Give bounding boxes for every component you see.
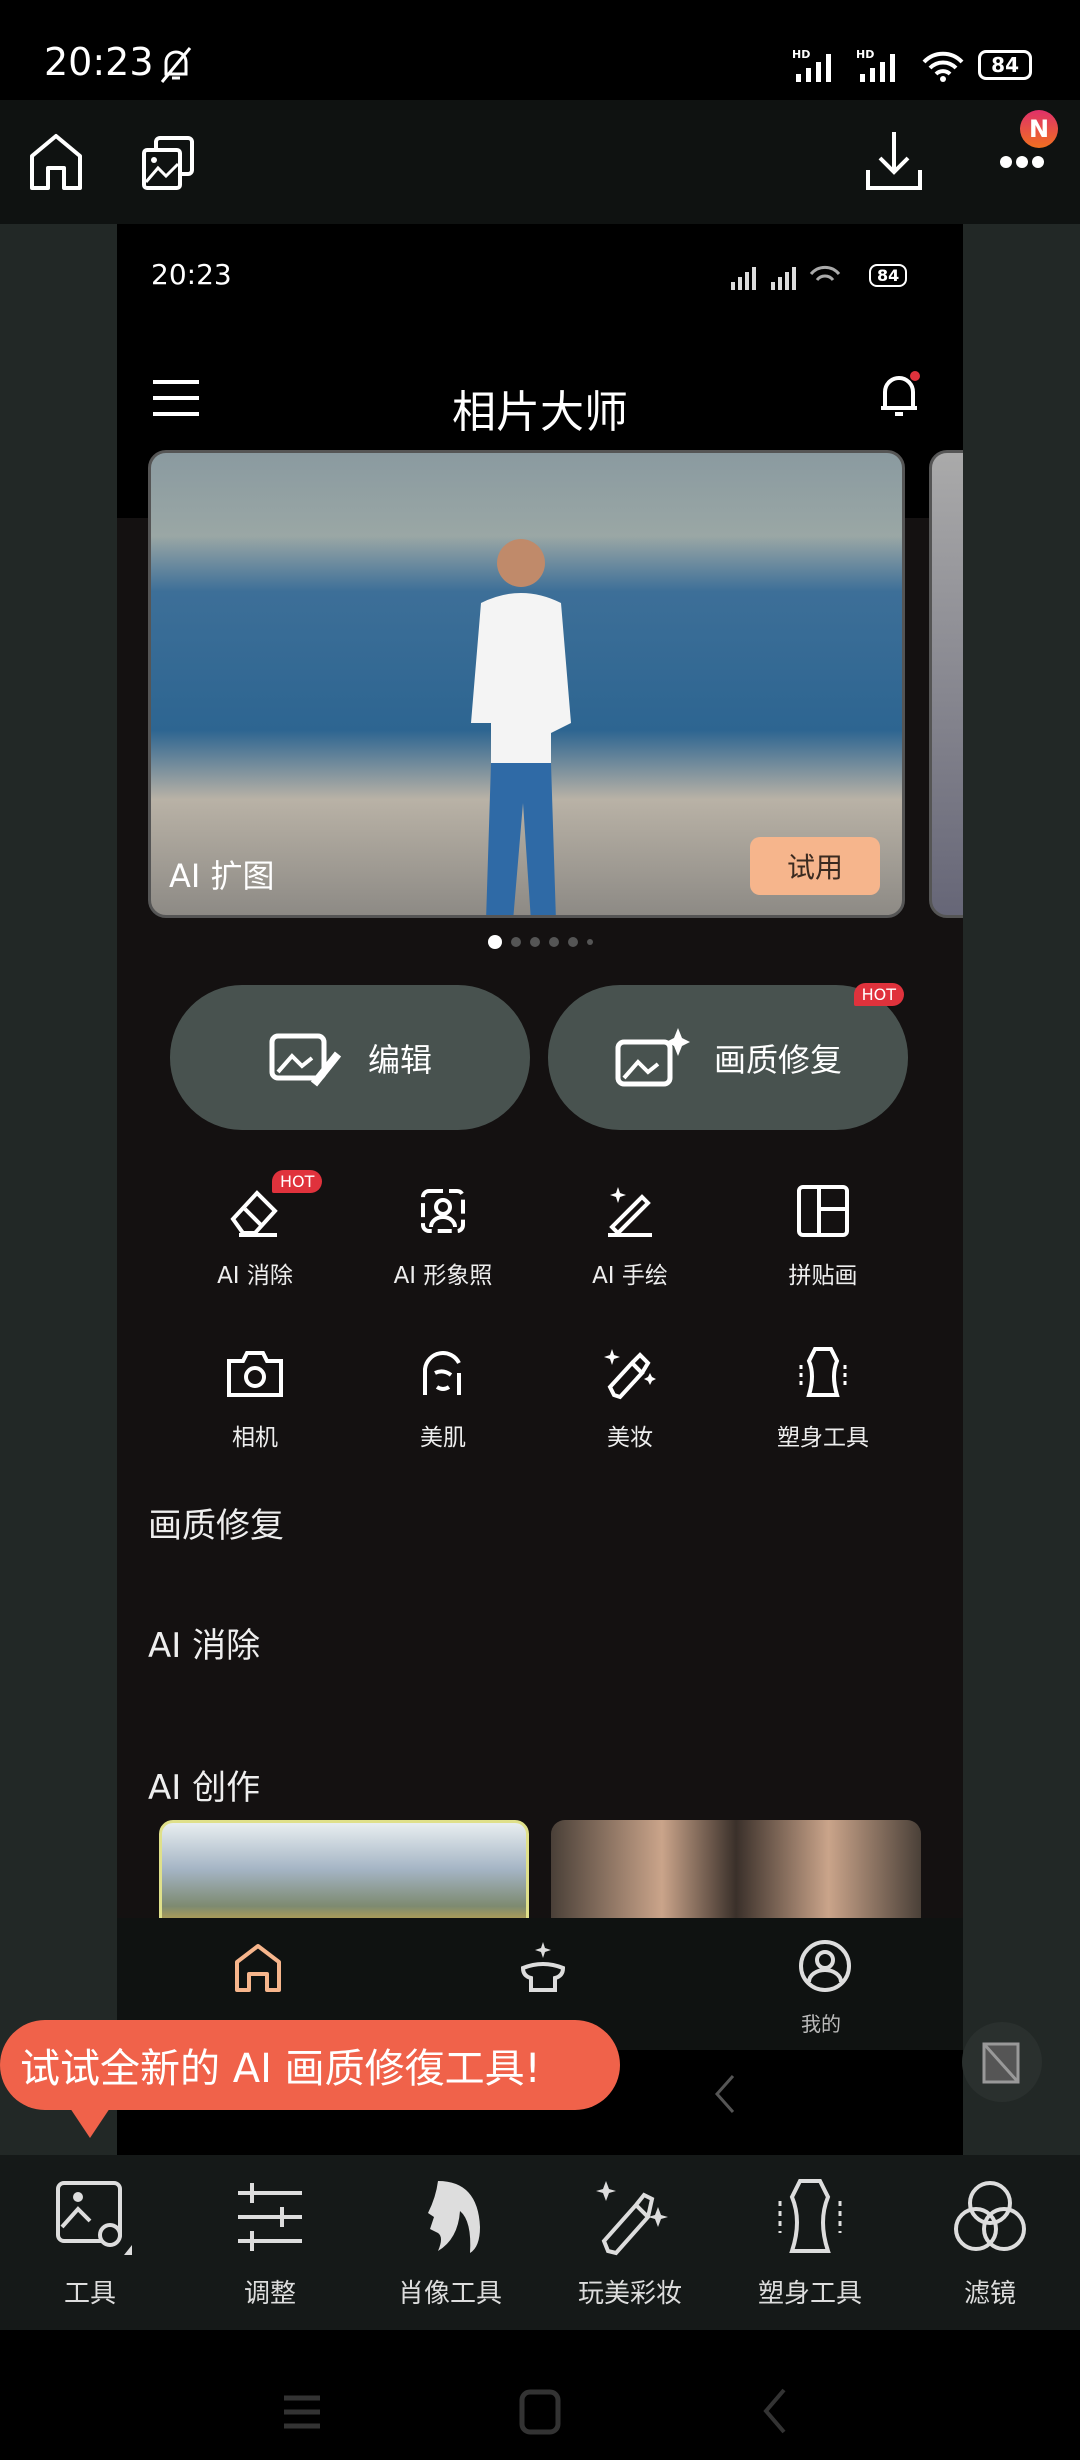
section-title: 画质修复: [148, 1506, 284, 1546]
adjust-button[interactable]: 调整: [180, 2155, 360, 2330]
svg-text:HD: HD: [792, 48, 810, 61]
tool-body-shape[interactable]: 塑身工具: [728, 1338, 918, 1452]
tools-button[interactable]: 工具: [0, 2155, 180, 2330]
status-bar: 20:23 HD HD 84: [0, 0, 1080, 100]
banner-image: [471, 539, 571, 915]
hot-badge: HOT: [272, 1170, 323, 1193]
enhance-label: 画质修复: [713, 1040, 842, 1079]
svg-text:HD: HD: [856, 48, 874, 61]
back-nav-icon[interactable]: [760, 2386, 790, 2436]
portrait-tools-button[interactable]: 肖像工具: [360, 2155, 540, 2330]
body-tools-button[interactable]: 塑身工具: [720, 2155, 900, 2330]
collage-icon: [797, 1185, 849, 1237]
portrait-frame-icon: [421, 1189, 465, 1233]
signal-icon: HD: [792, 48, 832, 82]
status-time: 20:23: [44, 40, 154, 84]
banner-carousel-slide[interactable]: AI 扩图 试用: [148, 450, 905, 918]
mute-bell-icon: [160, 47, 192, 83]
status-icons: HD HD 84: [792, 48, 1032, 82]
lipstick-icon: [604, 1349, 656, 1400]
back-icon: [714, 2075, 735, 2113]
battery-indicator: 84: [978, 50, 1032, 80]
tool-camera[interactable]: 相机: [160, 1338, 350, 1452]
filters-button[interactable]: 滤镜: [900, 2155, 1080, 2330]
section-title: AI 消除: [148, 1626, 261, 1666]
signal-icon: HD: [856, 48, 896, 82]
magic-hat-icon[interactable]: [515, 1938, 571, 1994]
notification-badge[interactable]: N: [1020, 110, 1058, 148]
enhance-button[interactable]: 画质修复 HOT: [548, 983, 908, 1130]
wifi-icon: [922, 51, 964, 82]
tool-ai-portrait[interactable]: AI 形象照: [348, 1176, 538, 1290]
more-icon[interactable]: [998, 152, 1048, 172]
section-title: AI 创作: [148, 1768, 261, 1808]
ai-creation-thumbnail[interactable]: [159, 1820, 529, 1930]
compare-floating-button[interactable]: [962, 2022, 1042, 2102]
next-banner-slide[interactable]: [929, 450, 963, 918]
camera-icon: [227, 1351, 283, 1397]
bottom-toolbar: 工具 调整 肖像工具 玩美彩妆 塑身工具 滤镜: [0, 2155, 1080, 2330]
profile-tab-icon[interactable]: [797, 1938, 853, 1994]
banner-label: AI 扩图: [169, 857, 275, 895]
download-icon[interactable]: [864, 130, 924, 192]
brush-sparkle-icon: [608, 1187, 652, 1237]
system-nav-bar: [0, 2330, 1080, 2460]
woman-profile-icon: [428, 2181, 480, 2253]
inner-signal-icons: [731, 265, 841, 290]
tool-skin[interactable]: 美肌: [348, 1338, 538, 1452]
edit-button[interactable]: 编辑: [170, 985, 530, 1130]
profile-tab-label: 我的: [801, 2012, 841, 2036]
ai-creation-thumbnail[interactable]: [551, 1820, 921, 1930]
inner-status-bar: 20:23 84: [117, 224, 963, 332]
filter-circles-icon: [954, 2181, 1026, 2251]
page-curl-icon: [982, 2042, 1020, 2084]
tooltip[interactable]: 试试全新的 AI 画质修復工具!: [0, 2020, 620, 2110]
tool-ai-erase[interactable]: AI 消除 HOT: [160, 1170, 350, 1290]
lipstick-icon: [596, 2181, 668, 2256]
makeup-button[interactable]: 玩美彩妆: [540, 2155, 720, 2330]
edit-label: 编辑: [367, 1040, 432, 1079]
body-icon: [778, 2179, 842, 2253]
inner-battery: 84: [869, 264, 908, 287]
sliders-icon: [238, 2183, 302, 2251]
enhance-photo-icon: [615, 1027, 690, 1086]
body-icon: [799, 1347, 847, 1397]
top-toolbar: N: [0, 100, 1080, 224]
tooltip-arrow: [70, 2108, 110, 2138]
app-title: 相片大师: [452, 387, 628, 438]
app-preview: 20:23 84 相片大师 AI 扩图 试用 编辑 画质修复 HOT AI 消除…: [117, 224, 963, 2155]
hot-badge: HOT: [853, 983, 904, 1006]
recent-apps-icon[interactable]: [280, 2392, 324, 2432]
notification-bell-icon[interactable]: [877, 368, 923, 424]
tool-collage[interactable]: 拼贴画: [728, 1176, 918, 1290]
home-icon[interactable]: [28, 132, 84, 192]
face-icon: [423, 1351, 461, 1395]
tool-ai-drawing[interactable]: AI 手绘: [535, 1176, 725, 1290]
photo-settings-icon: [56, 2181, 132, 2255]
inner-status-time: 20:23: [151, 258, 232, 291]
try-button[interactable]: 试用: [750, 837, 880, 895]
home-tab-icon[interactable]: [233, 1942, 283, 1994]
gallery-icon[interactable]: [140, 134, 196, 192]
tool-makeup[interactable]: 美妆: [535, 1338, 725, 1452]
carousel-indicator: [117, 935, 963, 949]
edit-photo-icon: [269, 1033, 342, 1086]
home-nav-icon[interactable]: [518, 2388, 562, 2436]
